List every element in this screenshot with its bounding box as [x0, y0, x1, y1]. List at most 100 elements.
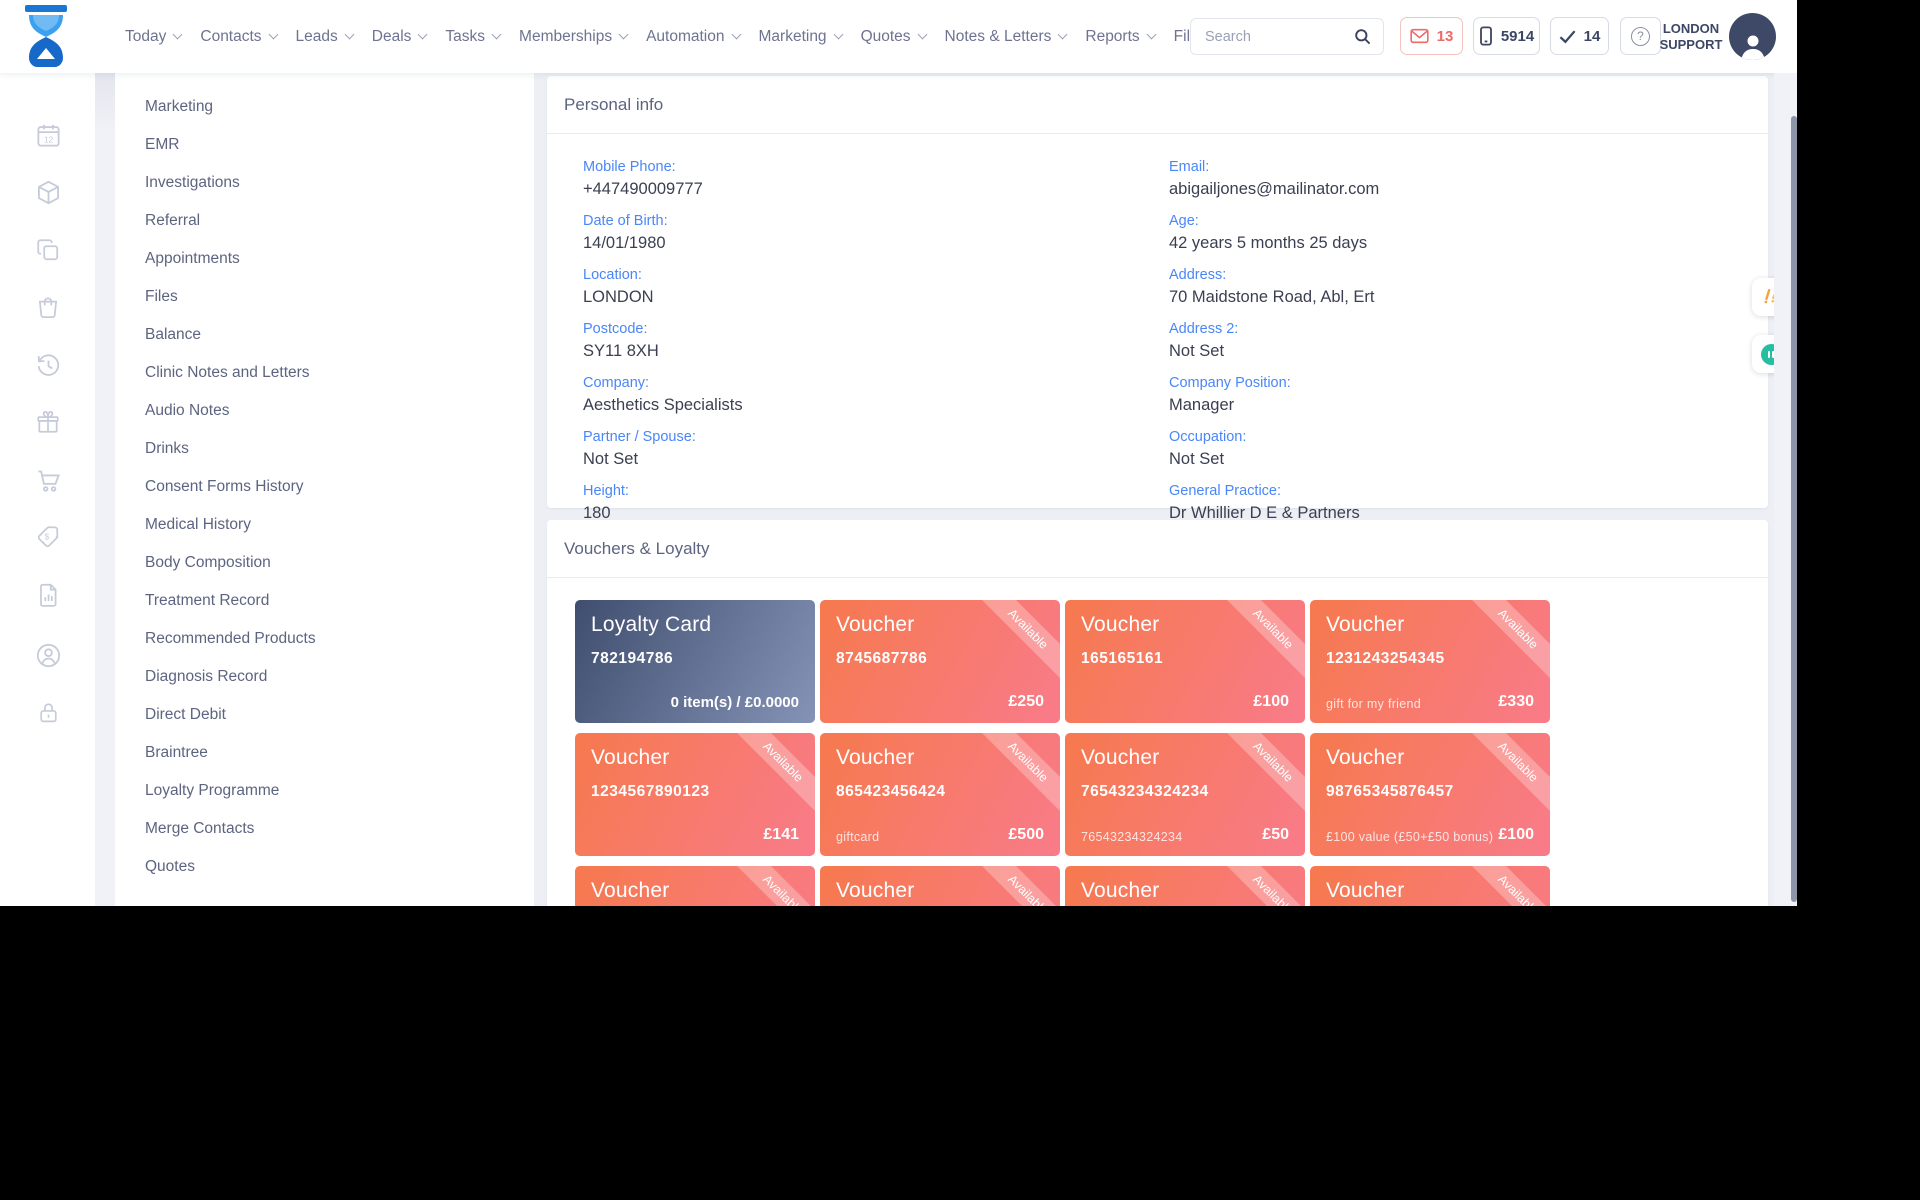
sidebar-item-loyalty-programme[interactable]: Loyalty Programme [95, 772, 534, 810]
user-location-label: LONDON SUPPORT [1658, 21, 1724, 53]
nav-leads[interactable]: Leads [296, 28, 353, 46]
sidebar-item-braintree[interactable]: Braintree [95, 734, 534, 772]
voucher-tile[interactable]: Available Voucher [1065, 866, 1305, 906]
sidebar-item-appointments[interactable]: Appointments [95, 240, 534, 278]
avatar[interactable] [1729, 13, 1776, 60]
sidebar-item-recommended-products[interactable]: Recommended Products [95, 620, 534, 658]
messages-badge[interactable]: 13 [1400, 17, 1463, 55]
personal-info-left-column: Mobile Phone:+447490009777 Date of Birth… [583, 158, 743, 536]
nav-notes-letters[interactable]: Notes & Letters [945, 28, 1067, 46]
page-scrollbar-track[interactable] [1774, 73, 1797, 906]
voucher-amount: £500 [1008, 826, 1044, 844]
nav-marketing[interactable]: Marketing [759, 28, 842, 46]
nav-deals[interactable]: Deals [372, 28, 427, 46]
search-button[interactable] [1341, 19, 1383, 54]
field-label: Mobile Phone: [583, 158, 743, 176]
account-icon[interactable] [30, 637, 66, 673]
voucher-tile[interactable]: Available Voucher 165165161 £100 [1065, 600, 1305, 723]
vouchers-loyalty-card: Vouchers & Loyalty Loyalty Card 78219478… [547, 520, 1768, 906]
user-location-line1: LONDON [1658, 21, 1724, 37]
nav-label: Automation [646, 28, 724, 46]
voucher-tile[interactable]: Available Voucher 1231243254345 gift for… [1310, 600, 1550, 723]
sidebar-item-body-composition[interactable]: Body Composition [95, 544, 534, 582]
sidebar-item-quotes[interactable]: Quotes [95, 848, 534, 886]
sidebar-item-marketing[interactable]: Marketing [95, 88, 534, 126]
help-button[interactable]: ? [1620, 17, 1661, 55]
field-label: Age: [1169, 212, 1379, 230]
voucher-tile[interactable]: Available Voucher [1310, 866, 1550, 906]
page-scrollbar-thumb[interactable] [1791, 116, 1797, 902]
nav-reports[interactable]: Reports [1085, 28, 1154, 46]
sidebar-item-clinic-notes[interactable]: Clinic Notes and Letters [95, 354, 534, 392]
field-value: Manager [1169, 392, 1379, 419]
hourglass-logo-icon [20, 5, 72, 68]
voucher-tile[interactable]: Available Voucher [575, 866, 815, 906]
brand-logo[interactable] [20, 5, 72, 73]
sidebar-item-investigations[interactable]: Investigations [95, 164, 534, 202]
field-label: Occupation: [1169, 428, 1379, 446]
chevron-down-icon [1146, 30, 1156, 40]
sidebar-item-balance[interactable]: Balance [95, 316, 534, 354]
chevron-down-icon [917, 30, 927, 40]
price-tag-icon[interactable]: $ [30, 519, 66, 555]
sidebar-item-drinks[interactable]: Drinks [95, 430, 534, 468]
voucher-tile[interactable]: Available Voucher [820, 866, 1060, 906]
voucher-amount: £100 [1498, 826, 1534, 844]
search-input[interactable] [1191, 29, 1341, 45]
sidebar-menu: Marketing EMR Investigations Referral Ap… [95, 73, 534, 886]
sidebar-item-medical-history[interactable]: Medical History [95, 506, 534, 544]
chevron-down-icon [418, 30, 428, 40]
voucher-amount: £50 [1262, 826, 1289, 844]
loyalty-title: Loyalty Card [591, 613, 799, 637]
calendar-icon[interactable]: 12 [30, 117, 66, 153]
voucher-tile[interactable]: Available Voucher 865423456424 giftcard … [820, 733, 1060, 856]
nav-quotes[interactable]: Quotes [861, 28, 926, 46]
voucher-amount: £100 [1253, 693, 1289, 711]
voucher-tile[interactable]: Available Voucher 8745687786 £250 [820, 600, 1060, 723]
nav-label: Today [125, 28, 166, 46]
nav-label: Notes & Letters [945, 28, 1052, 46]
sidebar-item-consent-forms[interactable]: Consent Forms History [95, 468, 534, 506]
cart-icon[interactable] [30, 462, 66, 498]
phone-badge[interactable]: 5914 [1473, 17, 1540, 55]
app-window: Today Contacts Leads Deals Tasks Members… [0, 0, 1797, 906]
gift-icon[interactable] [30, 404, 66, 440]
tasks-badge[interactable]: 14 [1550, 17, 1609, 55]
report-icon[interactable] [30, 577, 66, 613]
sidebar-scrollbar[interactable] [95, 73, 115, 906]
svg-text:$: $ [45, 533, 50, 542]
messages-count: 13 [1437, 28, 1454, 45]
voucher-tile[interactable]: Available Voucher 76543234324234 7654323… [1065, 733, 1305, 856]
loyalty-card-tile[interactable]: Loyalty Card 782194786 0 item(s) / £0.00… [575, 600, 815, 723]
field-value: LONDON [583, 284, 743, 311]
voucher-tile[interactable]: Available Voucher 1234567890123 £141 [575, 733, 815, 856]
field-value: Not Set [583, 446, 743, 473]
field-value: 14/01/1980 [583, 230, 743, 257]
chevron-down-icon [173, 30, 183, 40]
sidebar-item-direct-debit[interactable]: Direct Debit [95, 696, 534, 734]
voucher-amount: £141 [763, 826, 799, 844]
sidebar-item-treatment-record[interactable]: Treatment Record [95, 582, 534, 620]
nav-today[interactable]: Today [125, 28, 181, 46]
field-value: 70 Maidstone Road, Abl, Ert [1169, 284, 1379, 311]
voucher-amount: £330 [1498, 693, 1534, 711]
package-icon[interactable] [30, 174, 66, 210]
history-icon[interactable] [30, 346, 66, 382]
sidebar-item-audio-notes[interactable]: Audio Notes [95, 392, 534, 430]
sidebar-item-emr[interactable]: EMR [95, 126, 534, 164]
field-label: Address: [1169, 266, 1379, 284]
sidebar-item-files[interactable]: Files [95, 278, 534, 316]
lock-icon[interactable] [30, 694, 66, 730]
copy-icon[interactable] [30, 232, 66, 268]
sidebar-item-referral[interactable]: Referral [95, 202, 534, 240]
nav-contacts[interactable]: Contacts [200, 28, 276, 46]
sidebar-item-diagnosis-record[interactable]: Diagnosis Record [95, 658, 534, 696]
nav-tasks[interactable]: Tasks [445, 28, 500, 46]
voucher-tile[interactable]: Available Voucher 98765345876457 £100 va… [1310, 733, 1550, 856]
nav-label: Leads [296, 28, 338, 46]
nav-memberships[interactable]: Memberships [519, 28, 627, 46]
shopping-bag-icon[interactable] [30, 289, 66, 325]
sidebar-item-merge-contacts[interactable]: Merge Contacts [95, 810, 534, 848]
nav-automation[interactable]: Automation [646, 28, 739, 46]
checkmark-icon [1559, 29, 1576, 44]
